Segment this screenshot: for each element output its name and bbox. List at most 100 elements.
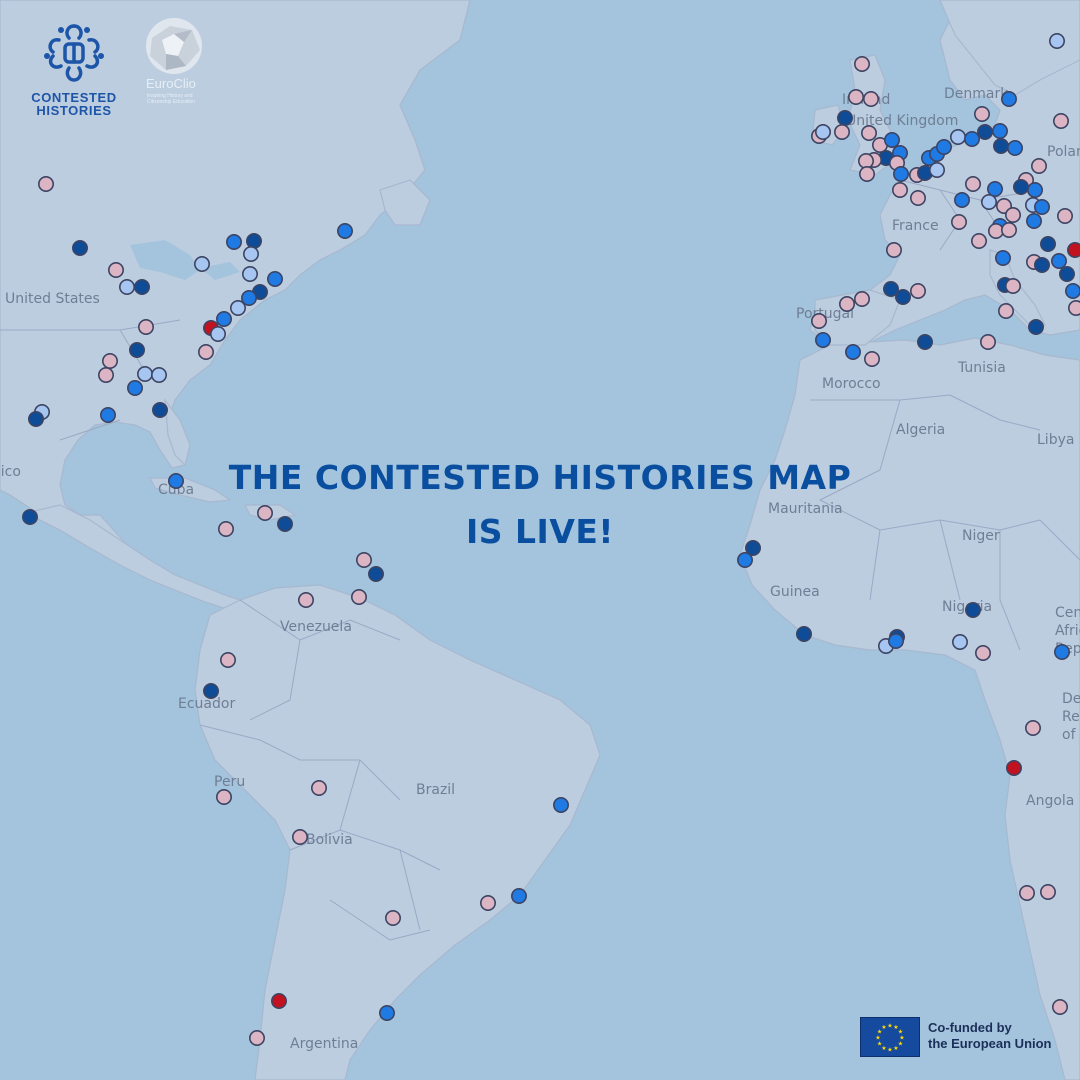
site-marker[interactable] xyxy=(885,242,902,259)
site-marker[interactable] xyxy=(997,302,1014,319)
site-marker[interactable] xyxy=(858,166,875,183)
site-marker[interactable] xyxy=(991,123,1008,140)
site-marker[interactable] xyxy=(297,591,314,608)
site-marker[interactable] xyxy=(963,131,980,148)
site-marker[interactable] xyxy=(1018,884,1035,901)
site-marker[interactable] xyxy=(1059,265,1076,282)
site-marker[interactable] xyxy=(883,132,900,149)
site-marker[interactable] xyxy=(1052,998,1069,1015)
site-marker[interactable] xyxy=(891,182,908,199)
site-marker[interactable] xyxy=(928,162,945,179)
site-marker[interactable] xyxy=(1027,182,1044,199)
site-marker[interactable] xyxy=(216,788,233,805)
site-marker[interactable] xyxy=(853,290,870,307)
site-marker[interactable] xyxy=(249,1030,266,1047)
site-marker[interactable] xyxy=(119,278,136,295)
site-marker[interactable] xyxy=(510,887,527,904)
site-marker[interactable] xyxy=(976,124,993,141)
site-marker[interactable] xyxy=(892,166,909,183)
site-marker[interactable] xyxy=(964,176,981,193)
site-marker[interactable] xyxy=(98,366,115,383)
site-marker[interactable] xyxy=(137,365,154,382)
site-marker[interactable] xyxy=(857,153,874,170)
site-marker[interactable] xyxy=(1065,283,1080,299)
site-marker[interactable] xyxy=(1067,242,1080,258)
site-marker[interactable] xyxy=(266,270,283,287)
site-marker[interactable] xyxy=(1054,643,1071,660)
site-marker[interactable] xyxy=(795,625,812,642)
site-marker[interactable] xyxy=(950,214,967,231)
site-marker[interactable] xyxy=(951,633,968,650)
site-marker[interactable] xyxy=(1006,140,1023,157)
site-marker[interactable] xyxy=(479,894,496,911)
site-marker[interactable] xyxy=(980,194,997,211)
site-marker[interactable] xyxy=(230,299,247,316)
site-marker[interactable] xyxy=(1031,158,1048,175)
site-marker[interactable] xyxy=(894,288,911,305)
site-marker[interactable] xyxy=(216,310,233,327)
site-marker[interactable] xyxy=(1005,759,1022,776)
site-marker[interactable] xyxy=(1040,236,1057,253)
site-marker[interactable] xyxy=(72,240,89,257)
site-marker[interactable] xyxy=(964,601,981,618)
site-marker[interactable] xyxy=(814,331,831,348)
site-marker[interactable] xyxy=(1034,256,1051,273)
site-marker[interactable] xyxy=(814,124,831,141)
site-marker[interactable] xyxy=(1004,277,1021,294)
site-marker[interactable] xyxy=(291,828,308,845)
site-marker[interactable] xyxy=(887,632,904,649)
site-marker[interactable] xyxy=(1040,883,1057,900)
site-marker[interactable] xyxy=(151,366,168,383)
site-marker[interactable] xyxy=(1068,300,1080,316)
site-marker[interactable] xyxy=(198,343,215,360)
site-marker[interactable] xyxy=(246,233,263,250)
site-marker[interactable] xyxy=(838,295,855,312)
site-marker[interactable] xyxy=(108,261,125,278)
site-marker[interactable] xyxy=(863,350,880,367)
site-marker[interactable] xyxy=(1000,222,1017,239)
site-marker[interactable] xyxy=(243,246,260,263)
site-marker[interactable] xyxy=(203,682,220,699)
site-marker[interactable] xyxy=(138,318,155,335)
site-marker[interactable] xyxy=(935,139,952,156)
site-marker[interactable] xyxy=(1051,253,1068,270)
site-marker[interactable] xyxy=(220,651,237,668)
site-marker[interactable] xyxy=(1034,199,1051,216)
site-marker[interactable] xyxy=(1004,207,1021,224)
site-marker[interactable] xyxy=(1057,208,1074,225)
site-marker[interactable] xyxy=(102,352,119,369)
site-marker[interactable] xyxy=(552,796,569,813)
site-marker[interactable] xyxy=(310,779,327,796)
site-marker[interactable] xyxy=(350,588,367,605)
site-marker[interactable] xyxy=(210,325,227,342)
site-marker[interactable] xyxy=(384,909,401,926)
site-marker[interactable] xyxy=(194,255,211,272)
site-marker[interactable] xyxy=(270,992,287,1009)
site-marker[interactable] xyxy=(909,190,926,207)
site-marker[interactable] xyxy=(974,644,991,661)
site-marker[interactable] xyxy=(853,55,870,72)
site-marker[interactable] xyxy=(127,379,144,396)
site-marker[interactable] xyxy=(970,233,987,250)
site-marker[interactable] xyxy=(973,106,990,123)
site-marker[interactable] xyxy=(129,341,146,358)
site-marker[interactable] xyxy=(1026,213,1043,230)
site-marker[interactable] xyxy=(242,265,259,282)
site-marker[interactable] xyxy=(152,401,169,418)
site-marker[interactable] xyxy=(986,181,1003,198)
site-marker[interactable] xyxy=(1049,32,1066,49)
site-marker[interactable] xyxy=(987,223,1004,240)
site-marker[interactable] xyxy=(860,125,877,142)
site-marker[interactable] xyxy=(836,110,853,127)
site-marker[interactable] xyxy=(355,551,372,568)
site-marker[interactable] xyxy=(134,278,151,295)
site-marker[interactable] xyxy=(1000,91,1017,108)
site-marker[interactable] xyxy=(916,333,933,350)
site-marker[interactable] xyxy=(378,1004,395,1021)
site-marker[interactable] xyxy=(367,565,384,582)
site-marker[interactable] xyxy=(847,89,864,106)
site-marker[interactable] xyxy=(336,223,353,240)
site-marker[interactable] xyxy=(1025,719,1042,736)
site-marker[interactable] xyxy=(844,343,861,360)
site-marker[interactable] xyxy=(833,124,850,141)
